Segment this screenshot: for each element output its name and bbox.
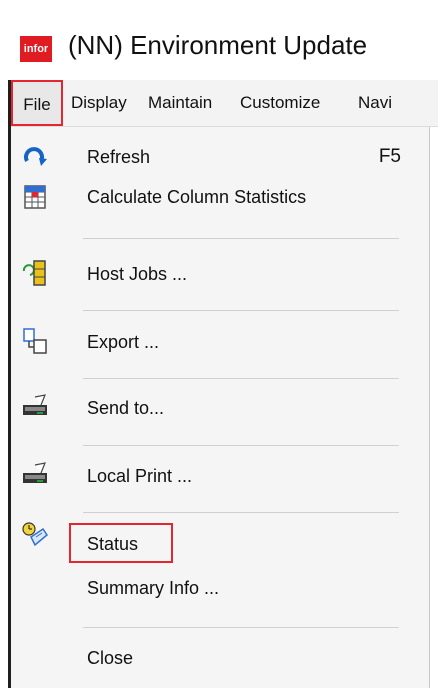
menu-item-label: Send to... xyxy=(87,398,165,418)
menu-item-send-to[interactable]: Send to... xyxy=(11,385,429,429)
file-dropdown-menu: Refresh F5 Calculate Column Statistics H… xyxy=(11,127,430,688)
window-title: (NN) Environment Update xyxy=(68,30,368,60)
menu-customize[interactable]: Customize xyxy=(240,80,320,126)
menu-item-label: Host Jobs ... xyxy=(87,264,188,284)
spreadsheet-icon xyxy=(24,185,46,209)
refresh-icon xyxy=(24,147,47,166)
host-jobs-icon xyxy=(22,260,46,286)
menu-item-refresh[interactable]: Refresh F5 xyxy=(11,137,429,173)
menu-item-label: Summary Info ... xyxy=(87,578,220,598)
menu-item-summary-info[interactable]: Summary Info ... xyxy=(11,565,429,607)
menu-bar: File Display Maintain Customize Navi xyxy=(11,80,438,127)
menu-item-host-jobs[interactable]: Host Jobs ... xyxy=(11,251,429,295)
menu-item-label: Status xyxy=(87,534,139,554)
menu-separator xyxy=(83,627,399,628)
menu-item-export[interactable]: Export ... xyxy=(11,319,429,363)
menu-item-label: Export ... xyxy=(87,332,160,352)
menu-item-label: Refresh xyxy=(87,147,151,167)
menu-item-calculate-column-statistics[interactable]: Calculate Column Statistics xyxy=(11,177,429,217)
menu-item-close[interactable]: Close xyxy=(11,639,429,681)
menu-separator xyxy=(83,238,399,239)
status-clock-icon xyxy=(22,522,48,547)
menu-display[interactable]: Display xyxy=(71,80,127,126)
menu-item-local-print[interactable]: Local Print ... xyxy=(11,453,429,497)
menu-file[interactable]: File xyxy=(11,80,63,126)
menu-separator xyxy=(83,378,399,379)
shortcut-label: F5 xyxy=(378,146,401,167)
title-bar: infor (NN) Environment Update xyxy=(0,0,438,80)
menu-navigate[interactable]: Navi xyxy=(358,80,392,126)
menu-separator xyxy=(83,310,399,311)
menu-item-status[interactable]: Status xyxy=(11,519,429,563)
export-icon xyxy=(23,328,47,354)
infor-logo: infor xyxy=(20,36,52,62)
menu-item-label: Close xyxy=(87,648,134,668)
menu-separator xyxy=(83,512,399,513)
menu-maintain[interactable]: Maintain xyxy=(148,80,212,126)
menu-item-label: Calculate Column Statistics xyxy=(87,187,307,207)
printer-icon xyxy=(23,462,47,483)
menu-separator xyxy=(83,445,399,446)
menu-item-label: Local Print ... xyxy=(87,466,193,486)
printer-icon xyxy=(23,394,47,415)
